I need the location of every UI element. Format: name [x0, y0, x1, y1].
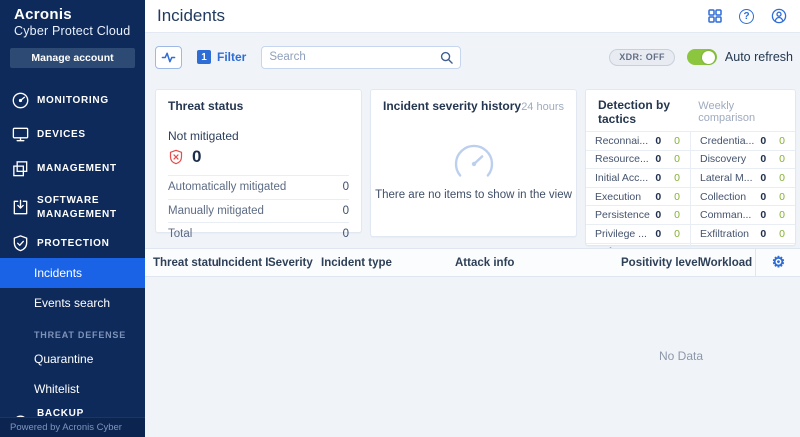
- incident-severity-history-card: Incident severity history 24 hours There…: [370, 89, 577, 237]
- stat-row: Total 0: [168, 222, 349, 246]
- no-data-text: No Data: [659, 349, 703, 363]
- tactic-row: Discovery00: [691, 150, 795, 169]
- powered-by-footer: Powered by Acronis Cyber Platform: [0, 417, 145, 437]
- sidebar-item-devices[interactable]: DEVICES: [0, 118, 145, 152]
- table-settings-gear-icon[interactable]: ⚙: [772, 255, 785, 270]
- tactics-right-column: Credentia...00 Discovery00 Lateral M...0…: [690, 131, 795, 261]
- account-icon[interactable]: [770, 8, 787, 25]
- tactic-row: Comman...00: [691, 205, 795, 224]
- threat-status-card: Threat status Not mitigated 0 Automatica…: [155, 89, 362, 233]
- sidebar-item-label: MONITORING: [37, 94, 129, 108]
- sidebar-item-monitoring[interactable]: MONITORING: [0, 84, 145, 118]
- period-label: 24 hours: [521, 101, 564, 113]
- monitor-icon: [10, 125, 30, 145]
- column-header-threat-status[interactable]: Threat status: [145, 257, 218, 269]
- logo-line2: Cyber Protect Cloud: [14, 24, 145, 38]
- stat-row: Manually mitigated 0: [168, 199, 349, 223]
- tactics-left-column: Reconnai...00 Resource...00 Initial Acc.…: [586, 131, 690, 261]
- detection-by-tactics-card: Detection by tactics Weekly comparison R…: [585, 89, 796, 246]
- help-icon[interactable]: ?: [738, 8, 755, 25]
- sidebar-item-whitelist[interactable]: Whitelist: [0, 374, 145, 404]
- tactic-row: Credentia...00: [691, 131, 795, 150]
- column-header-severity[interactable]: Severity: [268, 257, 321, 269]
- shield-check-icon: [10, 234, 30, 254]
- sub-item-label: Events search: [34, 296, 110, 310]
- card-title: Threat status: [168, 99, 243, 113]
- sidebar-item-label: SOFTWARE MANAGEMENT: [37, 194, 129, 221]
- column-header-incident-id[interactable]: Incident ID: [218, 257, 268, 269]
- column-header-workload[interactable]: Workload: [700, 257, 755, 269]
- threat-defense-section-label: THREAT DEFENSE: [0, 318, 145, 344]
- shield-x-icon: [168, 149, 184, 165]
- auto-refresh-label: Auto refresh: [725, 50, 793, 64]
- sub-item-label: Incidents: [34, 266, 82, 280]
- stat-row: Automatically mitigated 0: [168, 175, 349, 199]
- tactic-row: Resource...00: [586, 150, 690, 169]
- card-title: Incident severity history: [383, 99, 521, 113]
- sidebar-item-label: PROTECTION: [37, 237, 129, 251]
- column-header-attack-info[interactable]: Attack info: [455, 257, 621, 269]
- overlapping-squares-icon: [10, 159, 30, 179]
- search-icon[interactable]: [440, 51, 453, 64]
- sidebar-item-management[interactable]: MANAGEMENT: [0, 152, 145, 186]
- sidebar: Acronis Cyber Protect Cloud Manage accou…: [0, 0, 145, 437]
- tactic-row: Initial Acc...00: [586, 168, 690, 187]
- main-content: Incidents ? 1 Filter: [145, 0, 800, 437]
- incidents-table-body: No Data: [145, 277, 800, 437]
- sidebar-item-label: DEVICES: [37, 128, 129, 142]
- filter-count-badge: 1: [197, 50, 211, 64]
- empty-state-text: There are no items to show in the view: [375, 189, 572, 201]
- sidebar-nav: MONITORING DEVICES MANAGEMENT: [0, 84, 145, 437]
- not-mitigated-label: Not mitigated: [156, 117, 361, 143]
- sidebar-item-software-management[interactable]: SOFTWARE MANAGEMENT: [0, 186, 145, 230]
- search-box: [261, 46, 461, 69]
- auto-refresh-toggle[interactable]: [687, 49, 717, 65]
- column-header-incident-type[interactable]: Incident type: [321, 257, 455, 269]
- search-input[interactable]: [269, 51, 440, 63]
- tactic-row: Reconnai...00: [586, 131, 690, 150]
- toggle-knob: [702, 51, 715, 64]
- sidebar-item-incidents[interactable]: Incidents: [0, 258, 145, 288]
- tactic-row: Lateral M...00: [691, 168, 795, 187]
- tactic-row: Exfiltration00: [691, 224, 795, 243]
- card-title: Detection by tactics: [598, 98, 698, 126]
- sidebar-item-label: MANAGEMENT: [37, 162, 129, 176]
- sub-item-label: Whitelist: [34, 382, 79, 396]
- topbar: Incidents ?: [145, 0, 800, 33]
- sidebar-item-quarantine[interactable]: Quarantine: [0, 344, 145, 374]
- filter-toolbar: 1 Filter XDR: OFF Auto refresh: [145, 33, 800, 81]
- tactic-row: Privilege ...00: [586, 224, 690, 243]
- logo-line1: Acronis: [14, 7, 145, 24]
- filter-control[interactable]: 1 Filter: [197, 50, 246, 64]
- summary-cards: Threat status Not mitigated 0 Automatica…: [145, 81, 800, 246]
- tactic-row: Persistence00: [586, 205, 690, 224]
- acronis-logo: Acronis Cyber Protect Cloud: [0, 0, 145, 38]
- sub-item-label: Quarantine: [34, 352, 93, 366]
- tactic-row: Execution00: [586, 187, 690, 206]
- install-box-icon: [10, 198, 30, 218]
- activity-pulse-button[interactable]: [155, 46, 182, 69]
- gauge-icon: [10, 91, 30, 111]
- incidents-table-header: Threat status Incident ID Severity Incid…: [145, 248, 800, 277]
- empty-gauge-icon: [451, 142, 497, 182]
- sidebar-item-events-search[interactable]: Events search: [0, 288, 145, 318]
- comparison-label: Weekly comparison: [698, 100, 783, 124]
- tactic-row: Collection00: [691, 187, 795, 206]
- xdr-status-badge[interactable]: XDR: OFF: [609, 49, 675, 66]
- manage-account-button[interactable]: Manage account: [10, 48, 135, 68]
- app-grid-icon[interactable]: [706, 8, 723, 25]
- not-mitigated-count: 0: [192, 147, 201, 167]
- column-header-positivity-level[interactable]: Positivity level i: [621, 257, 700, 269]
- sidebar-item-protection[interactable]: PROTECTION: [0, 230, 145, 258]
- page-title: Incidents: [157, 6, 225, 26]
- filter-label: Filter: [217, 50, 246, 64]
